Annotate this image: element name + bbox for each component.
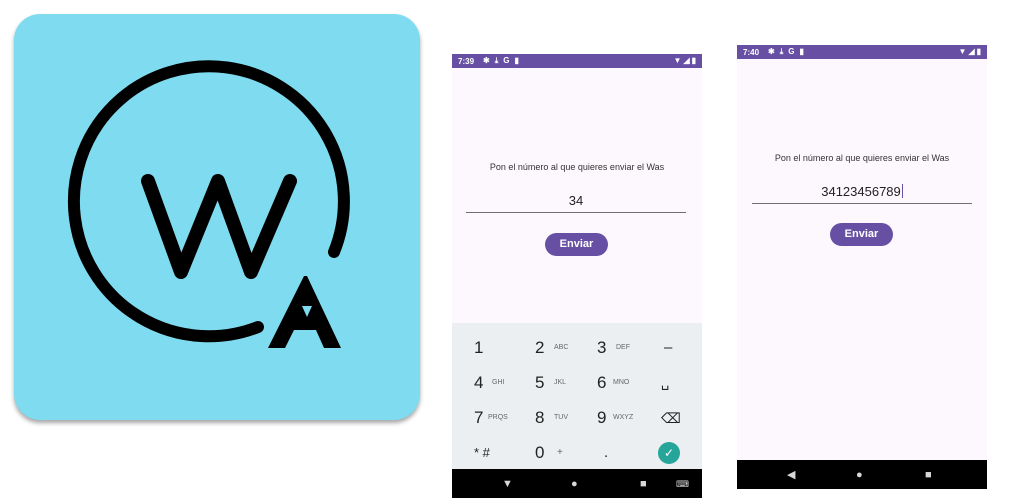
key-4[interactable]: 4 GHI — [474, 366, 536, 400]
text-cursor — [901, 184, 903, 198]
back-icon[interactable]: ▼ — [502, 478, 513, 490]
battery-icon: ▮ — [691, 56, 696, 65]
numeric-keypad: 1 2 ABC 3 DEF – 4 GHI 5 JKL 6 MNO ␣ 7 PR… — [452, 323, 702, 469]
battery-icon: ▮ — [976, 47, 981, 56]
keyboard-icon[interactable]: ⌨ — [676, 478, 689, 490]
key-9[interactable]: 9 WXYZ — [597, 401, 659, 435]
phone-number-input[interactable]: 34 — [466, 193, 686, 213]
settings-icon: ✱ — [768, 47, 775, 56]
send-button[interactable]: Enviar — [545, 233, 608, 256]
wifi-icon: ▼ — [673, 56, 682, 65]
status-time: 7:39 — [458, 57, 475, 66]
settings-icon: ✱ — [483, 56, 490, 65]
key-dash[interactable]: – — [664, 331, 702, 365]
home-icon[interactable]: ● — [856, 469, 863, 481]
prompt-text: Pon el número al que quieres enviar el W… — [489, 162, 665, 172]
download-icon: ⤓ — [779, 47, 784, 56]
navigation-bar: ▼ ● ■ ⌨ — [452, 469, 702, 498]
key-7[interactable]: 7 PRQS — [474, 401, 536, 435]
key-8[interactable]: 8 TUV — [535, 401, 597, 435]
signal-icon: ◢ — [968, 47, 975, 56]
status-bar: 7:39 ✱ ⤓ G ▮ ▼ ◢ ▮ — [452, 54, 702, 68]
phone-number-value: 34 — [568, 193, 584, 208]
recents-icon[interactable]: ■ — [925, 469, 932, 481]
signal-icon: ◢ — [683, 56, 690, 65]
wifi-icon: ▼ — [958, 47, 967, 56]
send-button[interactable]: Enviar — [830, 223, 893, 246]
space-key-icon[interactable]: ␣ — [661, 366, 702, 400]
key-2[interactable]: 2 ABC — [535, 331, 597, 365]
back-icon[interactable]: ◀ — [787, 469, 795, 481]
key-1[interactable]: 1 — [474, 331, 536, 365]
status-bar: 7:40 ✱ ⤓ G ▮ ▼ ◢ ▮ — [737, 45, 987, 59]
confirm-check-icon[interactable]: ✓ — [658, 442, 680, 464]
key-6[interactable]: 6 MNO — [597, 366, 659, 400]
download-icon: ⤓ — [494, 56, 499, 65]
status-time: 7:40 — [743, 48, 760, 57]
key-5[interactable]: 5 JKL — [535, 366, 597, 400]
app-icon — [14, 14, 420, 420]
google-icon: G — [503, 56, 510, 65]
key-3[interactable]: 3 DEF — [597, 331, 659, 365]
home-icon[interactable]: ● — [571, 478, 578, 490]
key-star-hash[interactable]: * # — [474, 436, 536, 470]
navigation-bar: ◀ ● ■ — [737, 460, 987, 489]
backspace-icon[interactable]: ⌫ — [661, 401, 702, 435]
wa-logo-icon — [67, 60, 350, 348]
phone-number-input[interactable]: 34123456789 — [752, 184, 972, 204]
recents-icon[interactable]: ■ — [640, 478, 647, 490]
key-dot[interactable]: . — [604, 436, 666, 470]
phone-screen-1: 7:39 ✱ ⤓ G ▮ ▼ ◢ ▮ Pon el número al que … — [452, 54, 702, 498]
phone-number-value: 34123456789 — [821, 184, 901, 199]
sdcard-icon: ▮ — [514, 56, 519, 65]
key-0[interactable]: 0 + — [535, 436, 597, 470]
google-icon: G — [788, 47, 795, 56]
phone-screen-2: 7:40 ✱ ⤓ G ▮ ▼ ◢ ▮ Pon el número al que … — [737, 45, 987, 489]
sdcard-icon: ▮ — [799, 47, 804, 56]
prompt-text: Pon el número al que quieres enviar el W… — [774, 153, 950, 163]
